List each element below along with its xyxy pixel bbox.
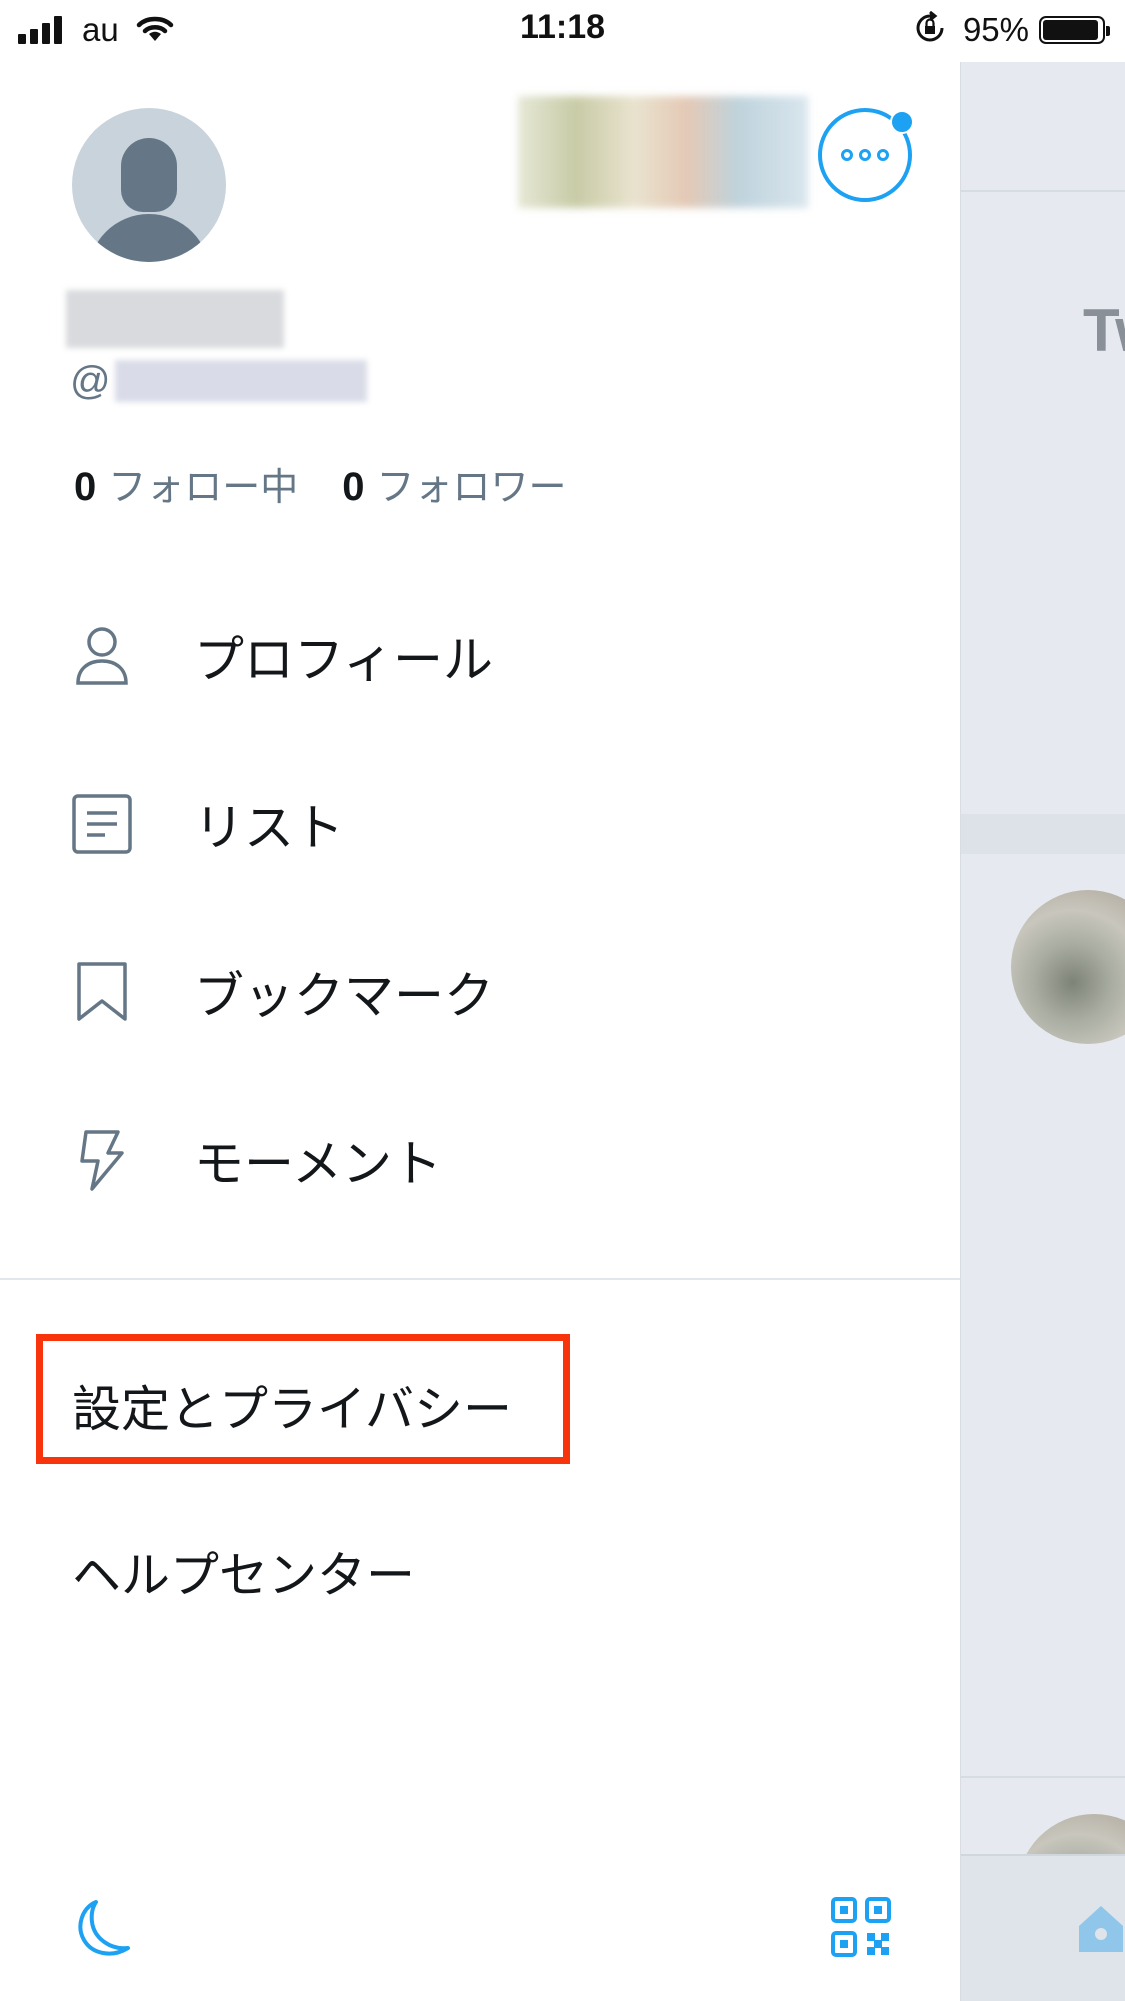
menu-item-bookmarks[interactable]: ブックマーク (0, 932, 960, 1052)
followers-count[interactable]: 0 (342, 465, 364, 510)
timeline-header-text: Tw (1083, 297, 1125, 364)
menu-label: プロフィール (194, 631, 493, 689)
help-center[interactable]: ヘルプセンター (72, 1536, 415, 1607)
menu-item-profile[interactable]: プロフィール (0, 596, 960, 716)
menu-item-moments[interactable]: モーメント (0, 1100, 960, 1220)
lightning-icon (70, 1128, 134, 1192)
menu-label: リスト (194, 799, 344, 857)
handle-prefix: @ (70, 358, 111, 403)
drawer-edge (960, 0, 961, 2001)
menu-item-lists[interactable]: リスト (0, 764, 960, 884)
notification-badge (890, 110, 914, 134)
other-accounts-preview[interactable] (518, 96, 808, 208)
menu-divider (0, 1278, 960, 1280)
follow-stats: 0 フォロー中 0 フォロワー (74, 456, 611, 511)
dot-icon (859, 149, 871, 161)
following-label[interactable]: フォロー中 (108, 456, 298, 511)
highlight-annotation (36, 1334, 570, 1464)
bookmark-icon (70, 960, 134, 1024)
battery-icon (1039, 16, 1110, 44)
night-mode-icon[interactable] (70, 1896, 136, 1966)
background-timeline: Tw (961, 0, 1125, 2001)
home-icon[interactable] (1071, 1898, 1125, 1962)
dot-icon (877, 149, 889, 161)
status-bar: au 11:18 95% (0, 0, 1125, 62)
handle-redacted (114, 360, 367, 402)
display-name-redacted (66, 290, 284, 348)
person-icon (70, 624, 134, 688)
list-icon (70, 792, 134, 856)
user-handle: @ (70, 356, 367, 406)
menu-label: ブックマーク (194, 967, 494, 1025)
tweet-divider (961, 1776, 1125, 1778)
dot-icon (841, 149, 853, 161)
section-separator (961, 814, 1125, 854)
qr-code-icon[interactable] (830, 1896, 892, 1962)
following-count[interactable]: 0 (74, 465, 96, 510)
followers-label[interactable]: フォロワー (377, 456, 567, 511)
orientation-lock-icon (913, 10, 947, 49)
header-divider (961, 190, 1125, 192)
menu-label: モーメント (194, 1135, 442, 1193)
battery-percent: 95% (962, 11, 1029, 48)
navigation-drawer: @ 0 フォロー中 0 フォロワー プロフィール リスト ブックマーク モーメン… (0, 0, 960, 2001)
tweet-avatar[interactable] (1011, 890, 1125, 1044)
avatar[interactable] (72, 108, 226, 262)
